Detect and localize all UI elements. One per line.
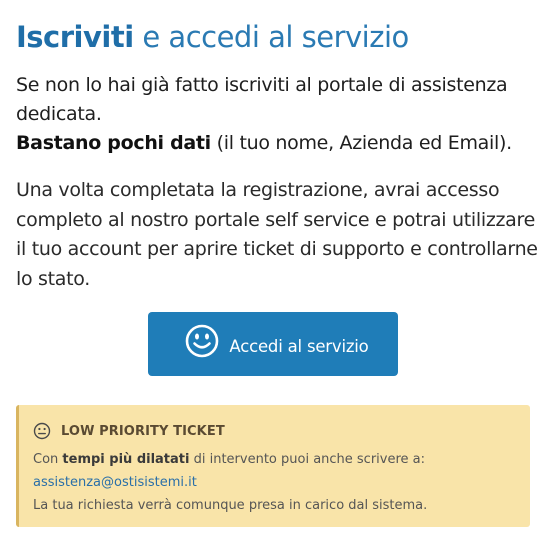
- details-paragraph: Una volta completata la registrazione, a…: [16, 179, 538, 290]
- intro-line: Se non lo hai già fatto iscriviti al por…: [16, 74, 508, 125]
- smile-icon: [185, 324, 219, 358]
- page-title-bold: Iscriviti: [16, 20, 134, 54]
- page-title: Iscriviti e accedi al servizio: [16, 20, 409, 54]
- access-service-button[interactable]: Accedi al servizio: [148, 312, 398, 376]
- notice-title: LOW PRIORITY TICKET: [61, 423, 225, 439]
- notice-line-1-bold: tempi più dilatati: [62, 452, 190, 467]
- intro-rest: (il tuo nome, Azienda ed Email).: [210, 132, 513, 154]
- notice-line-1: Con tempi più dilatati di intervento puo…: [33, 448, 530, 471]
- email-link[interactable]: assistenza@ostisistemi.it: [33, 475, 197, 490]
- neutral-face-icon: [33, 422, 51, 440]
- notice-line-1-pre: Con: [33, 452, 63, 467]
- intro-paragraph: Se non lo hai già fatto iscriviti al por…: [16, 71, 541, 158]
- notice-note: La tua richiesta verrà comunque presa in…: [33, 498, 428, 513]
- low-priority-notice: LOW PRIORITY TICKET Con tempi più dilata…: [16, 405, 530, 527]
- access-service-button-label: Accedi al servizio: [229, 336, 369, 356]
- intro-bold: Bastano pochi dati: [16, 132, 211, 154]
- page-title-rest: e accedi al servizio: [133, 20, 409, 54]
- notice-email-line: assistenza@ostisistemi.it: [33, 471, 530, 494]
- notice-line-1-post: di intervento puoi anche scrivere a:: [189, 452, 426, 467]
